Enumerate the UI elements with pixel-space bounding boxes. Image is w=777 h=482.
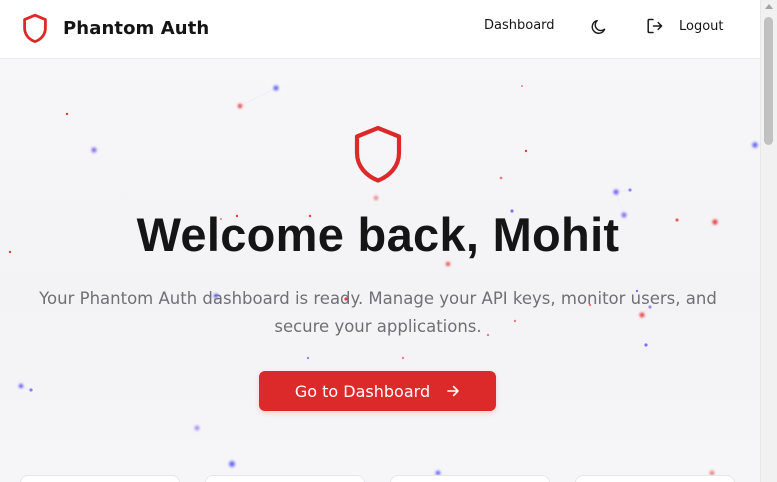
theme-toggle-button[interactable] — [590, 18, 608, 36]
hero-section: Welcome back, Mohit Your Phantom Auth da… — [0, 59, 760, 482]
arrow-right-icon — [446, 384, 460, 398]
feature-card[interactable] — [390, 475, 550, 482]
go-to-dashboard-button[interactable]: Go to Dashboard — [259, 371, 496, 411]
top-navbar: Phantom Auth Dashboard Logout — [0, 0, 760, 59]
shield-icon — [22, 13, 48, 44]
feature-card[interactable] — [205, 475, 365, 482]
logout-button[interactable]: Logout — [646, 17, 724, 35]
feature-card[interactable] — [575, 475, 735, 482]
particle-background — [8, 85, 758, 476]
moon-icon — [591, 19, 606, 34]
scroll-up-arrow-icon[interactable] — [765, 4, 773, 9]
brand-name: Phantom Auth — [63, 17, 210, 39]
feature-card[interactable] — [20, 475, 180, 482]
welcome-heading: Welcome back, Mohit — [136, 208, 620, 261]
logout-icon — [647, 18, 663, 34]
brand[interactable]: Phantom Auth — [22, 12, 209, 44]
go-to-dashboard-label: Go to Dashboard — [294, 381, 431, 401]
welcome-subtitle: Your Phantom Auth dashboard is ready. Ma… — [39, 289, 717, 336]
nav-dashboard-link[interactable]: Dashboard — [484, 18, 555, 33]
scrollbar-thumb[interactable] — [764, 17, 773, 145]
hero-shield-icon — [352, 125, 404, 185]
vertical-scrollbar[interactable] — [760, 0, 777, 482]
logout-label: Logout — [679, 18, 724, 34]
